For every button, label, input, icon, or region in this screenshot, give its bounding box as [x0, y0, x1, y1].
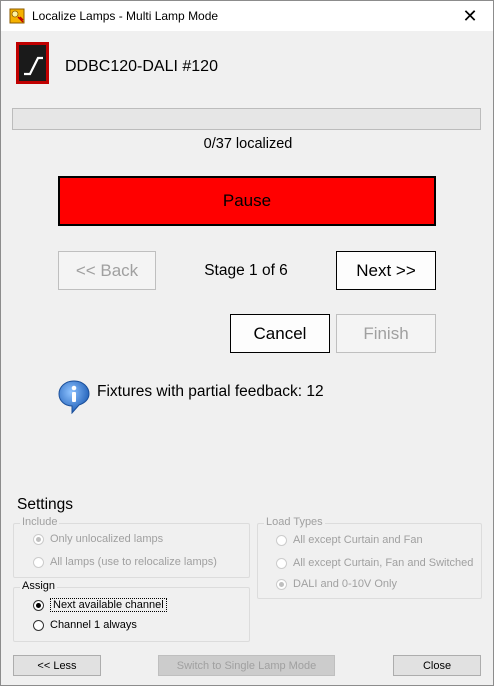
pause-button[interactable]: Pause [58, 176, 436, 226]
info-icon [58, 380, 90, 415]
include-group: Include [13, 516, 250, 578]
switch-single-lamp-mode-button[interactable]: Switch to Single Lamp Mode [158, 655, 335, 676]
include-option-unlocalized[interactable]: Only unlocalized lamps [33, 533, 163, 545]
include-legend: Include [20, 516, 60, 528]
assign-option-label: Next available channel [50, 598, 167, 612]
title-bar[interactable]: Localize Lamps - Multi Lamp Mode ✕ [1, 1, 493, 31]
finish-button[interactable]: Finish [336, 314, 436, 353]
back-button[interactable]: << Back [58, 251, 156, 290]
assign-legend: Assign [20, 580, 58, 592]
load-type-option-3[interactable]: DALI and 0-10V Only [276, 578, 397, 590]
ddbc-device-icon [16, 42, 49, 84]
device-name: DDBC120-DALI #120 [65, 58, 218, 75]
assign-option-label: Channel 1 always [50, 619, 137, 631]
load-type-option-label: All except Curtain and Fan [293, 534, 423, 546]
radio-button[interactable] [33, 556, 44, 568]
load-types-legend: Load Types [264, 516, 325, 528]
load-type-option-1[interactable]: All except Curtain and Fan [276, 534, 423, 546]
progress-label: 0/37 localized [203, 136, 293, 152]
less-button[interactable]: << Less [13, 655, 101, 676]
radio-button[interactable] [276, 534, 287, 546]
app-icon [9, 8, 25, 24]
radio-button[interactable] [276, 578, 287, 590]
stage-label: Stage 1 of 6 [204, 262, 288, 279]
next-button[interactable]: Next >> [336, 251, 436, 290]
dialog-window: Localize Lamps - Multi Lamp Mode ✕ DDBC1… [0, 0, 494, 686]
assign-option-channel-1[interactable]: Channel 1 always [33, 619, 137, 631]
load-type-option-2[interactable]: All except Curtain, Fan and Switched [276, 557, 473, 569]
cancel-button[interactable]: Cancel [230, 314, 330, 353]
close-icon: ✕ [462, 5, 478, 26]
radio-button[interactable] [276, 557, 287, 569]
include-option-label: All lamps (use to relocalize lamps) [50, 556, 217, 568]
load-type-option-label: All except Curtain, Fan and Switched [293, 557, 474, 569]
window-title: Localize Lamps - Multi Lamp Mode [32, 9, 219, 23]
window-close-button[interactable]: ✕ [447, 1, 493, 31]
radio-button[interactable] [33, 619, 44, 631]
assign-option-next-channel[interactable]: Next available channel [33, 598, 167, 612]
partial-feedback-text: Fixtures with partial feedback: 12 [97, 383, 324, 400]
settings-heading: Settings [17, 496, 74, 513]
include-option-all-lamps[interactable]: All lamps (use to relocalize lamps) [33, 556, 217, 568]
localize-progress-bar [12, 108, 481, 130]
close-button[interactable]: Close [393, 655, 481, 676]
load-type-option-label: DALI and 0-10V Only [293, 578, 397, 590]
include-option-label: Only unlocalized lamps [50, 533, 164, 545]
radio-button[interactable] [33, 533, 44, 545]
assign-group: Assign [13, 580, 250, 642]
radio-button[interactable] [33, 599, 44, 611]
